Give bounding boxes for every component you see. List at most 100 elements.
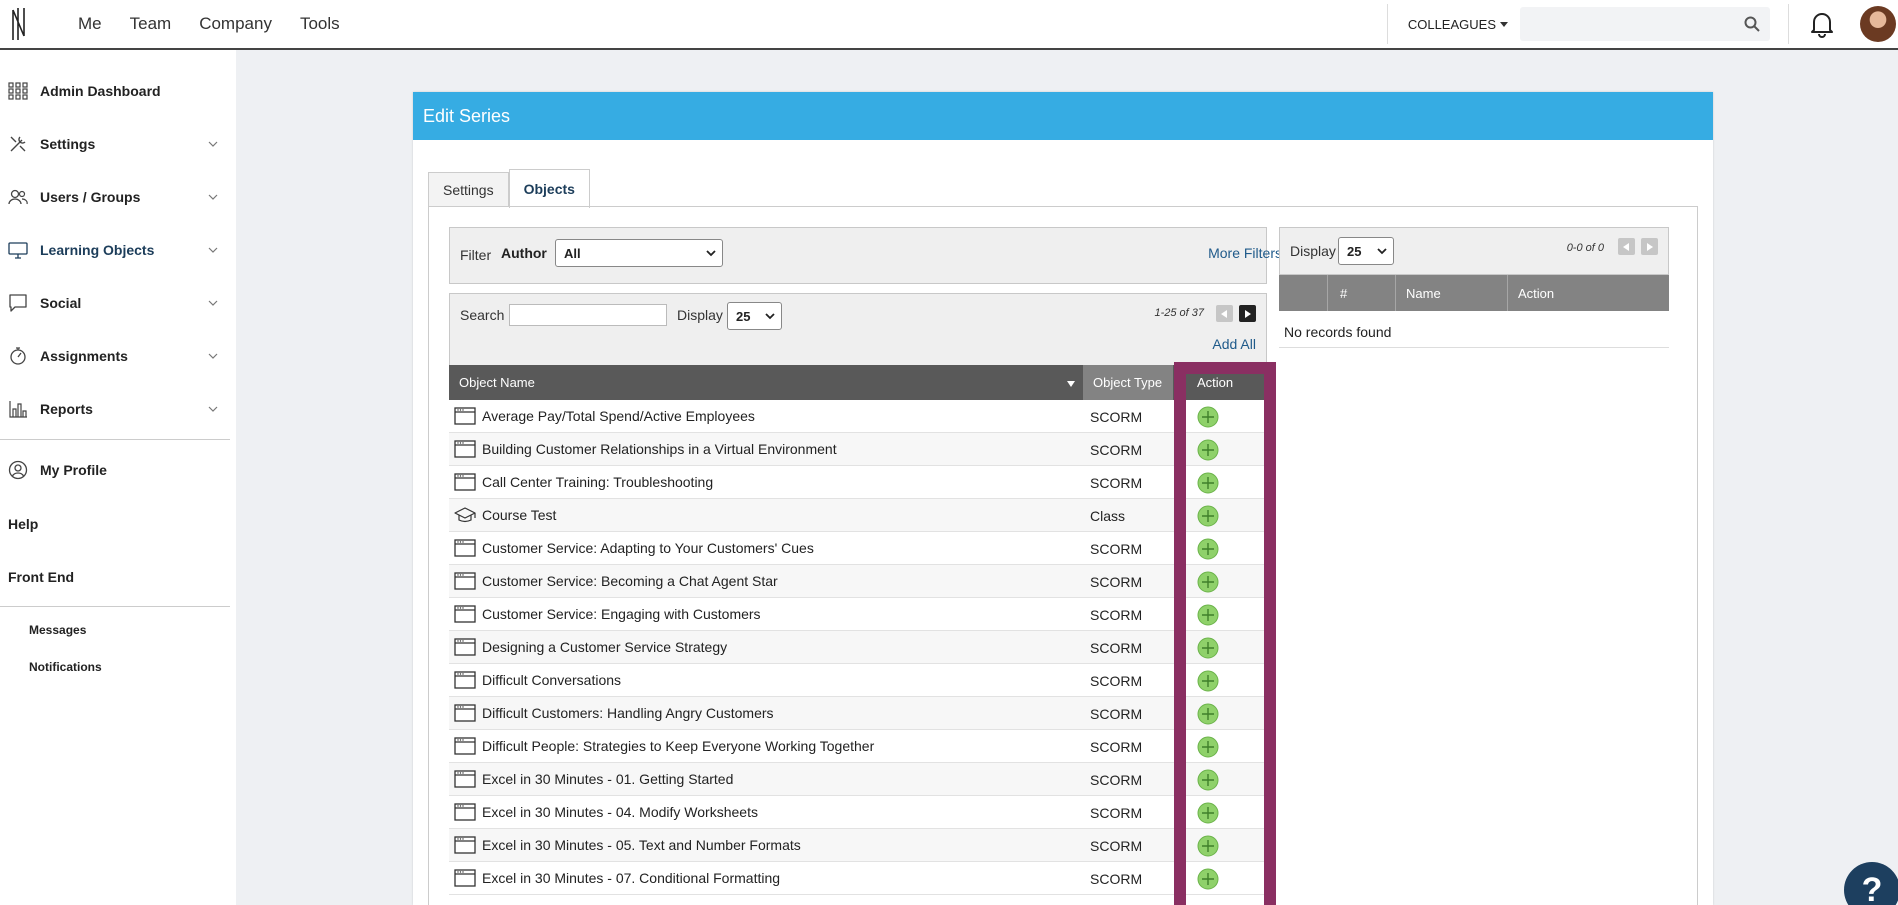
app-logo-icon[interactable]: [10, 6, 32, 42]
bar-chart-icon: [9, 401, 27, 418]
selected-prev-page-button[interactable]: [1618, 238, 1635, 255]
bell-icon[interactable]: [1809, 10, 1835, 38]
add-object-button[interactable]: [1197, 406, 1219, 431]
add-object-button[interactable]: [1197, 472, 1219, 497]
object-name-cell[interactable]: Customer Service: Engaging with Customer…: [482, 606, 761, 622]
nav-company[interactable]: Company: [199, 14, 272, 34]
author-select-value: All: [564, 245, 581, 261]
sidebar-link-help[interactable]: Help: [8, 516, 38, 532]
sidebar-item-label: Learning Objects: [40, 242, 155, 258]
add-object-button[interactable]: [1197, 637, 1219, 662]
colleagues-label: COLLEAGUES: [1407, 16, 1496, 32]
avatar[interactable]: [1860, 6, 1896, 42]
object-name-cell[interactable]: Average Pay/Total Spend/Active Employees: [482, 408, 755, 424]
column-header-action: Action: [1507, 275, 1669, 311]
add-object-button[interactable]: [1197, 802, 1219, 827]
add-object-button[interactable]: [1197, 505, 1219, 530]
object-name-cell[interactable]: Excel in 30 Minutes - 01. Getting Starte…: [482, 771, 733, 787]
object-name-cell[interactable]: Excel in 30 Minutes - 04. Modify Workshe…: [482, 804, 758, 820]
add-object-button[interactable]: [1197, 439, 1219, 464]
object-type-cell: SCORM: [1090, 871, 1143, 887]
more-filters-link[interactable]: More Filters: [1208, 245, 1282, 261]
window-icon: [454, 770, 476, 788]
add-circle-icon: [1197, 505, 1219, 527]
add-circle-icon: [1197, 868, 1219, 890]
global-search-input[interactable]: [1520, 7, 1770, 41]
selected-next-page-button[interactable]: [1641, 238, 1658, 255]
object-name-cell[interactable]: Building Customer Relationships in a Vir…: [482, 441, 837, 457]
add-object-button[interactable]: [1197, 571, 1219, 596]
table-row: Call Center Training: Troubleshooting SCO…: [449, 466, 1267, 499]
table-row: Building Customer Relationships in a Vir…: [449, 433, 1267, 466]
add-object-button[interactable]: [1197, 703, 1219, 728]
sidebar-item-my-profile[interactable]: My Profile: [0, 450, 230, 490]
object-name-cell[interactable]: Course Test: [482, 507, 556, 523]
column-header-action: Action: [1197, 375, 1234, 390]
sidebar-item-settings[interactable]: Settings: [0, 124, 230, 164]
sidebar-item-label: Users / Groups: [40, 189, 141, 205]
column-header-object-type[interactable]: Object Type: [1083, 365, 1173, 400]
sidebar-item-social[interactable]: Social: [0, 283, 230, 323]
nav-team[interactable]: Team: [130, 14, 172, 34]
tab-settings[interactable]: Settings: [428, 172, 509, 207]
add-circle-icon: [1197, 670, 1219, 692]
search-icon[interactable]: [1744, 16, 1760, 32]
chevron-down-icon: [208, 300, 218, 306]
object-name-cell[interactable]: Excel in 30 Minutes - 05. Text and Numbe…: [482, 837, 801, 853]
sidebar-item-admin-dashboard[interactable]: Admin Dashboard: [0, 71, 230, 111]
help-button[interactable]: ?: [1844, 862, 1898, 905]
next-page-button[interactable]: [1239, 305, 1256, 322]
object-name-cell[interactable]: Difficult Customers: Handling Angry Cust…: [482, 705, 774, 721]
column-header-object-name[interactable]: Object Name: [459, 365, 535, 400]
add-circle-icon: [1197, 802, 1219, 824]
divider: [1279, 347, 1669, 348]
add-all-link[interactable]: Add All: [1212, 336, 1256, 352]
add-object-button[interactable]: [1197, 670, 1219, 695]
object-type-cell: SCORM: [1090, 805, 1143, 821]
object-name-cell[interactable]: Customer Service: Becoming a Chat Agent …: [482, 573, 778, 589]
object-name-cell[interactable]: Call Center Training: Troubleshooting: [482, 474, 713, 490]
add-object-button[interactable]: [1197, 538, 1219, 563]
add-object-button[interactable]: [1197, 769, 1219, 794]
add-object-button[interactable]: [1197, 835, 1219, 860]
object-type-cell: SCORM: [1090, 838, 1143, 854]
author-select[interactable]: All: [555, 239, 723, 267]
chevron-down-icon: [706, 250, 716, 257]
colleagues-dropdown[interactable]: COLLEAGUES: [1388, 17, 1520, 32]
objects-tab-content: Filter Author All More Filters Search Di…: [428, 206, 1698, 905]
prev-page-button[interactable]: [1216, 305, 1233, 322]
object-type-cell: SCORM: [1090, 640, 1143, 656]
sidebar-item-users-groups[interactable]: Users / Groups: [0, 177, 230, 217]
chevron-down-icon: [208, 141, 218, 147]
object-name-cell[interactable]: Excel in 30 Minutes - 07. Conditional Fo…: [482, 870, 780, 886]
add-object-button[interactable]: [1197, 868, 1219, 893]
window-icon: [454, 869, 476, 887]
add-object-button[interactable]: [1197, 604, 1219, 629]
object-name-cell[interactable]: Difficult People: Strategies to Keep Eve…: [482, 738, 874, 754]
add-circle-icon: [1197, 637, 1219, 659]
sidebar: Admin Dashboard Settings Users / Groups …: [0, 50, 236, 905]
sidebar-item-learning-objects[interactable]: Learning Objects: [0, 230, 230, 270]
add-object-button[interactable]: [1197, 736, 1219, 761]
add-circle-icon: [1197, 406, 1219, 428]
column-header-name: Name: [1395, 275, 1507, 311]
search-input[interactable]: [509, 304, 667, 326]
triangle-right-icon: [1647, 242, 1653, 251]
sort-down-icon[interactable]: [1067, 381, 1075, 387]
display-select[interactable]: 25: [727, 302, 782, 330]
selected-display-select[interactable]: 25: [1338, 237, 1394, 265]
sidebar-link-messages[interactable]: Messages: [29, 623, 86, 637]
object-name-cell[interactable]: Designing a Customer Service Strategy: [482, 639, 727, 655]
sidebar-item-reports[interactable]: Reports: [0, 389, 230, 429]
object-name-cell[interactable]: Difficult Conversations: [482, 672, 621, 688]
tab-objects[interactable]: Objects: [508, 169, 590, 208]
object-name-cell[interactable]: Customer Service: Adapting to Your Custo…: [482, 540, 814, 556]
sidebar-link-front-end[interactable]: Front End: [8, 569, 74, 585]
window-icon: [454, 704, 476, 722]
table-row: Customer Service: Adapting to Your Custo…: [449, 532, 1267, 565]
sidebar-link-notifications[interactable]: Notifications: [29, 660, 102, 674]
sidebar-item-assignments[interactable]: Assignments: [0, 336, 230, 376]
nav-tools[interactable]: Tools: [300, 14, 340, 34]
nav-me[interactable]: Me: [78, 14, 102, 34]
sidebar-item-label: Admin Dashboard: [40, 83, 161, 99]
